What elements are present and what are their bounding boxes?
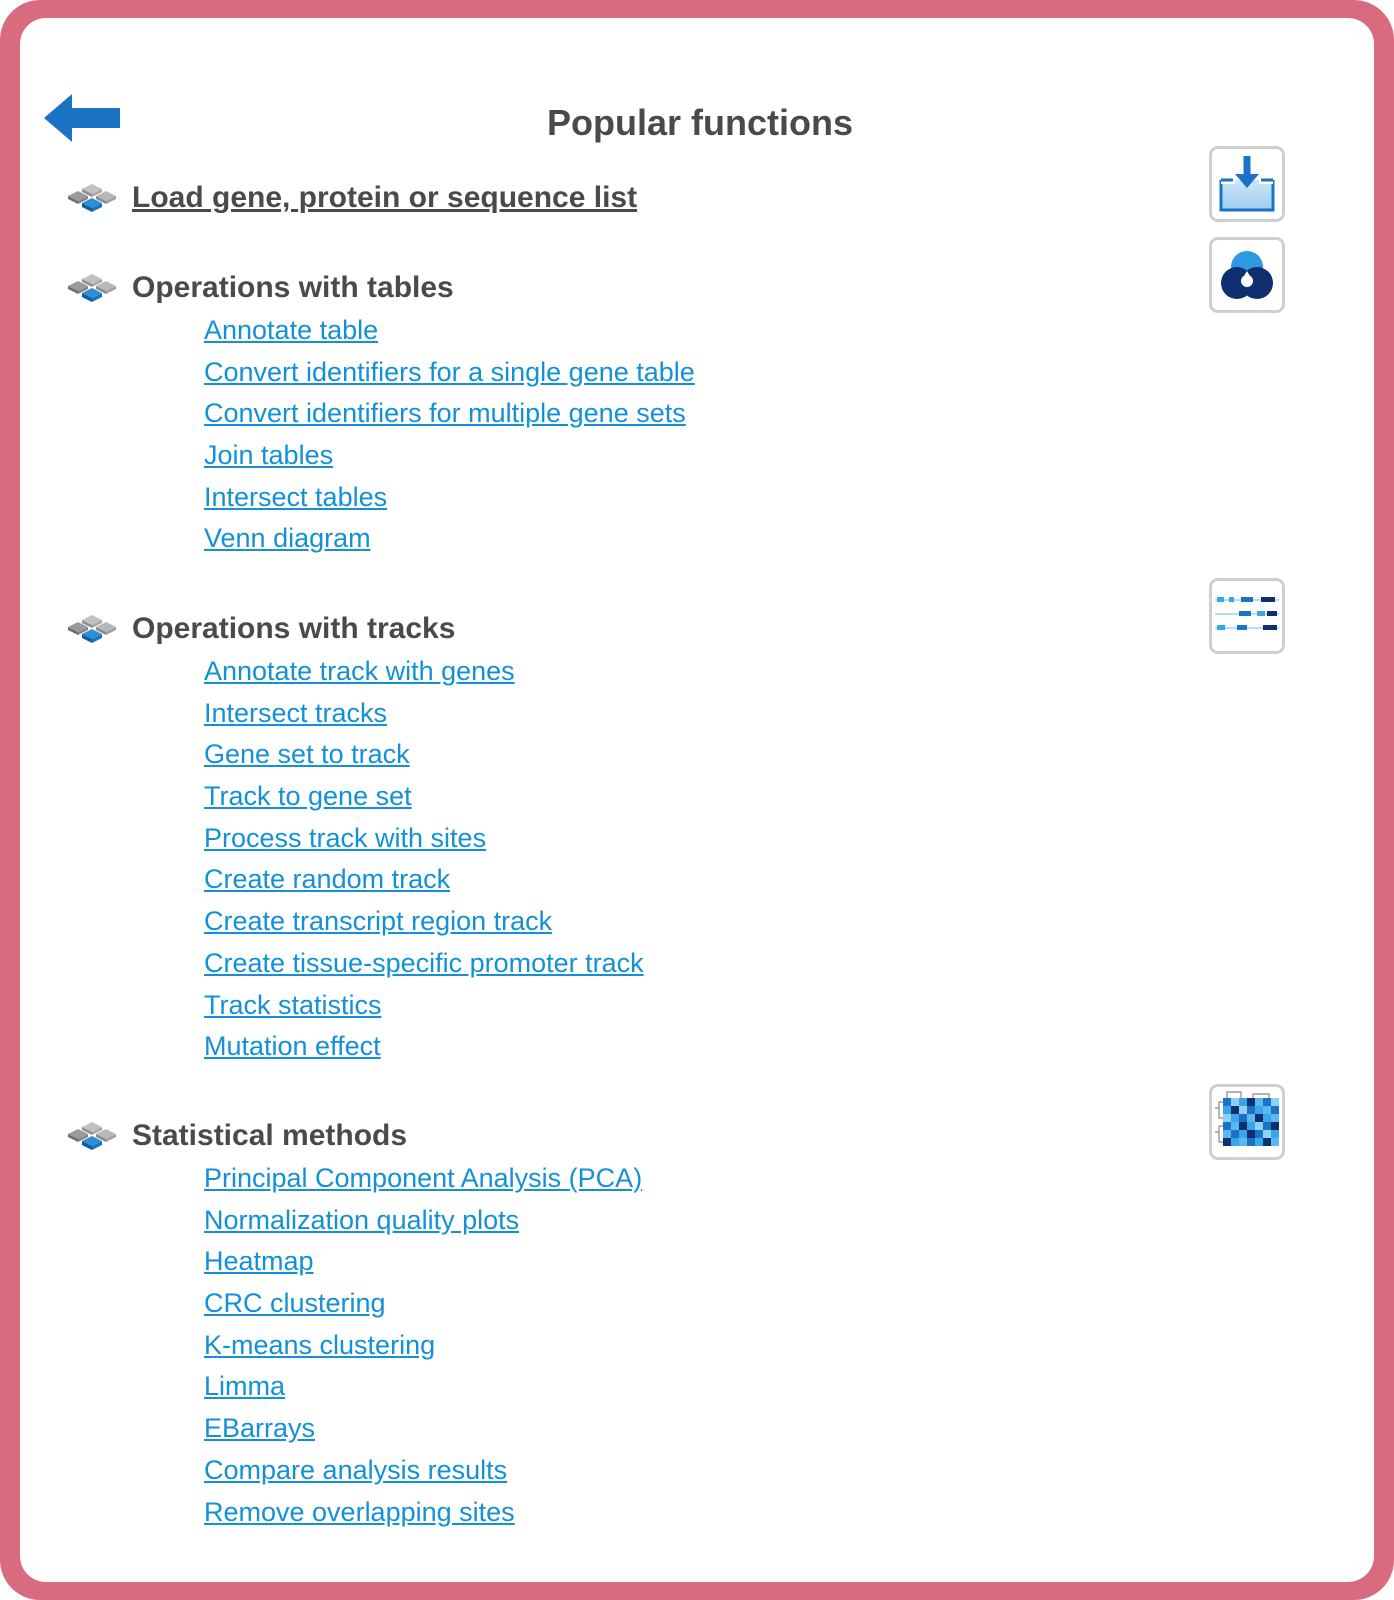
venn-button[interactable] [1209, 237, 1285, 313]
link-process-track-sites[interactable]: Process track with sites [204, 823, 486, 853]
heatmap-button[interactable] [1209, 1084, 1285, 1160]
link-join-tables[interactable]: Join tables [204, 440, 333, 470]
link-remove-overlapping[interactable]: Remove overlapping sites [204, 1497, 515, 1527]
link-convert-ids-multiple[interactable]: Convert identifiers for multiple gene se… [204, 398, 686, 428]
link-create-random-track[interactable]: Create random track [204, 864, 450, 894]
tables-link-list: Annotate table Convert identifiers for a… [60, 310, 695, 560]
load-section: Load gene, protein or sequence list [60, 176, 637, 220]
tables-section: Operations with tables Annotate table Co… [60, 266, 695, 560]
link-intersect-tracks[interactable]: Intersect tracks [204, 698, 387, 728]
venn-diagram-icon [1221, 251, 1273, 299]
popular-functions-panel: Popular functions Load gene, protein or … [20, 18, 1374, 1582]
layers-icon [60, 1118, 120, 1154]
link-annotate-track[interactable]: Annotate track with genes [204, 656, 515, 686]
page-title: Popular functions [547, 102, 853, 143]
layers-icon [60, 611, 120, 647]
tracks-link-list: Annotate track with genes Intersect trac… [60, 651, 644, 1068]
layers-icon [60, 180, 120, 216]
tracks-icon [1215, 597, 1279, 630]
import-button[interactable] [1209, 146, 1285, 222]
link-create-transcript-track[interactable]: Create transcript region track [204, 906, 552, 936]
stats-section: Statistical methods Principal Component … [60, 1114, 642, 1533]
link-gene-set-to-track[interactable]: Gene set to track [204, 739, 410, 769]
section-title: Statistical methods [132, 1119, 408, 1152]
section-title: Operations with tracks [132, 612, 456, 645]
link-kmeans-clustering[interactable]: K-means clustering [204, 1330, 435, 1360]
link-normalization-plots[interactable]: Normalization quality plots [204, 1205, 519, 1235]
link-pca[interactable]: Principal Component Analysis (PCA) [204, 1163, 642, 1193]
link-intersect-tables[interactable]: Intersect tables [204, 482, 387, 512]
link-venn-diagram[interactable]: Venn diagram [204, 523, 371, 553]
page-frame: Popular functions Load gene, protein or … [0, 0, 1394, 1600]
link-annotate-table[interactable]: Annotate table [204, 315, 378, 345]
link-track-to-gene-set[interactable]: Track to gene set [204, 781, 412, 811]
heatmap-icon [1215, 1091, 1279, 1146]
link-heatmap[interactable]: Heatmap [204, 1246, 314, 1276]
load-list-link[interactable]: Load gene, protein or sequence list [132, 181, 637, 215]
link-ebarrays[interactable]: EBarrays [204, 1413, 315, 1443]
import-icon [1219, 156, 1275, 212]
tracks-section: Operations with tracks Annotate track wi… [60, 607, 644, 1068]
link-track-statistics[interactable]: Track statistics [204, 990, 382, 1020]
tracks-button[interactable] [1209, 578, 1285, 654]
link-crc-clustering[interactable]: CRC clustering [204, 1288, 386, 1318]
link-create-promoter-track[interactable]: Create tissue-specific promoter track [204, 948, 644, 978]
stats-link-list: Principal Component Analysis (PCA) Norma… [60, 1158, 642, 1533]
link-convert-ids-single[interactable]: Convert identifiers for a single gene ta… [204, 357, 695, 387]
link-compare-results[interactable]: Compare analysis results [204, 1455, 507, 1485]
section-title: Operations with tables [132, 271, 454, 304]
link-mutation-effect[interactable]: Mutation effect [204, 1031, 381, 1061]
link-limma[interactable]: Limma [204, 1371, 285, 1401]
layers-icon [60, 270, 120, 306]
